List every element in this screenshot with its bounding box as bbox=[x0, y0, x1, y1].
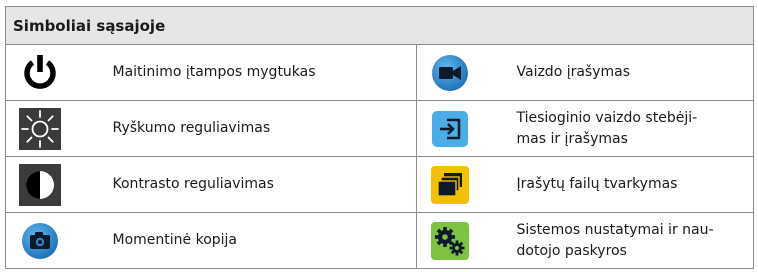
symbol-label: Momentinė kopija bbox=[112, 212, 417, 269]
symbol-label: Ryškumo reguliavimas bbox=[112, 100, 417, 157]
symbol-label: Tiesioginio vaizdo stebėji- mas ir įrašy… bbox=[516, 100, 754, 157]
table-row: Ryškumo reguliavimas Tiesioginio vaizdo … bbox=[5, 100, 754, 157]
snapshot-camera-icon bbox=[22, 222, 58, 259]
icon-cell bbox=[416, 100, 517, 157]
icon-cell bbox=[5, 44, 113, 101]
live-view-recording-icon bbox=[432, 110, 468, 147]
symbol-label: Sistemos nustatymai ir nau- dotojo pasky… bbox=[516, 212, 754, 269]
symbol-label: Įrašytų failų tvarkymas bbox=[516, 156, 754, 213]
icon-cell bbox=[5, 100, 113, 157]
contrast-icon bbox=[19, 163, 61, 206]
settings-gears-icon bbox=[431, 221, 469, 260]
symbol-label: Vaizdo įrašymas bbox=[516, 44, 754, 101]
table-row: Kontrasto reguliavimas Įrašytų failų tva… bbox=[5, 156, 754, 213]
recorded-files-icon bbox=[431, 165, 469, 204]
icon-cell bbox=[5, 212, 113, 269]
table-row: Maitinimo įtampos mygtukas Vaizdo įrašym… bbox=[5, 44, 754, 101]
icon-cell bbox=[416, 212, 517, 269]
symbol-label: Maitinimo įtampos mygtukas bbox=[112, 44, 417, 101]
symbol-label: Kontrasto reguliavimas bbox=[112, 156, 417, 213]
icon-cell bbox=[416, 156, 517, 213]
brightness-icon bbox=[19, 107, 61, 150]
power-button-icon bbox=[24, 54, 56, 89]
symbols-table: Simboliai sąsajoje Maitinimo įtampos myg… bbox=[5, 6, 754, 269]
icon-cell bbox=[5, 156, 113, 213]
video-recording-icon bbox=[432, 54, 468, 91]
table-header: Simboliai sąsajoje bbox=[5, 6, 754, 45]
table-row: Momentinė kopija Sistemos nustatymai ir … bbox=[5, 212, 754, 269]
icon-cell bbox=[416, 44, 517, 101]
